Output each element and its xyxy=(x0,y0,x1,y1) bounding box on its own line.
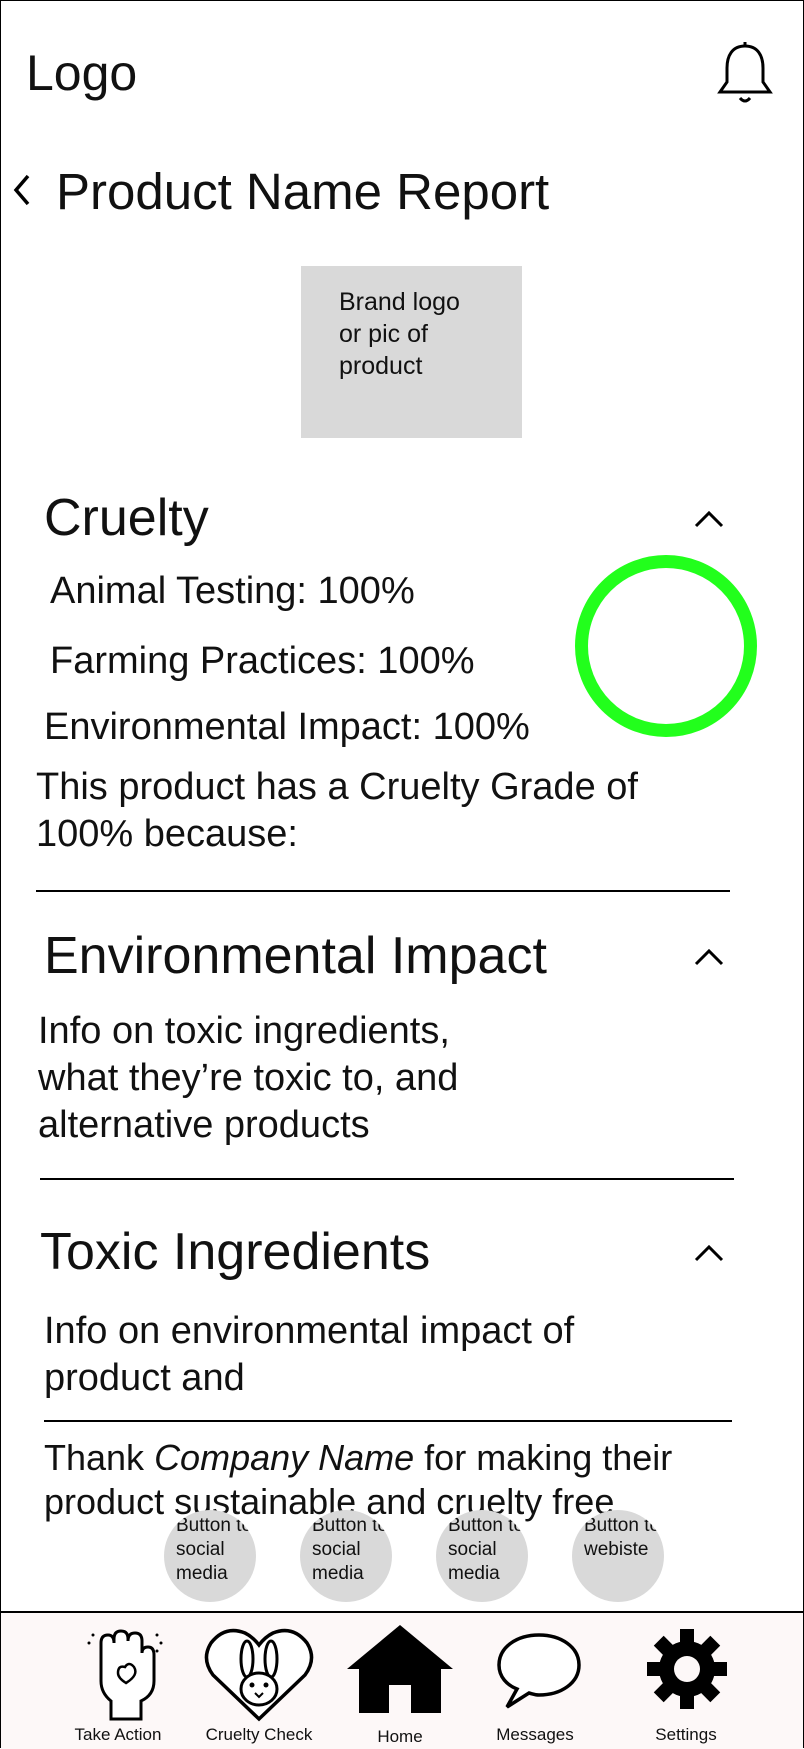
section-heading-cruelty: Cruelty xyxy=(44,489,209,547)
nav-item-settings[interactable]: Settings xyxy=(623,1613,749,1749)
social-media-button[interactable]: Button to social media xyxy=(436,1510,528,1602)
divider xyxy=(44,1420,732,1422)
nav-label: Messages xyxy=(496,1725,574,1744)
social-media-button[interactable]: Button to social media xyxy=(300,1510,392,1602)
brand-placeholder-text: Brand logo or pic of product xyxy=(339,288,460,380)
app-logo[interactable]: Logo xyxy=(26,44,137,102)
page-title: Product Name Report xyxy=(56,163,550,220)
website-button[interactable]: Button to webiste xyxy=(572,1510,664,1602)
thanks-prefix: Thank xyxy=(44,1437,155,1478)
environmental-impact-body: Info on toxic ingredients, what they’re … xyxy=(38,1010,459,1146)
animal-testing-score: Animal Testing: 100% xyxy=(50,570,415,612)
chevron-up-icon[interactable] xyxy=(692,508,726,530)
social-button-label: Button to social media xyxy=(312,1515,389,1584)
social-button-label: Button to social media xyxy=(176,1515,253,1584)
cruelty-grade-ring xyxy=(575,555,757,737)
thank-you-message: Thank Company Name for making their prod… xyxy=(44,1436,764,1524)
home-icon xyxy=(347,1625,453,1713)
section-heading-toxic-ingredients: Toxic Ingredients xyxy=(40,1223,431,1281)
bottom-nav: Take Action Cruelty Check Home Messages xyxy=(1,1611,803,1749)
divider xyxy=(36,890,730,892)
section-heading-environmental-impact: Environmental Impact xyxy=(44,927,547,985)
toxic-ingredients-body: Info on environmental impact of product … xyxy=(44,1310,575,1399)
speech-bubble-icon xyxy=(497,1633,581,1709)
gear-icon xyxy=(647,1629,727,1709)
nav-item-take-action[interactable]: Take Action xyxy=(61,1613,175,1749)
cruelty-summary: This product has a Cruelty Grade of 100%… xyxy=(36,766,638,855)
brand-image-placeholder: Brand logo or pic of product xyxy=(301,266,522,438)
website-button-label: Button to webiste xyxy=(584,1515,661,1560)
nav-item-cruelty-check[interactable]: Cruelty Check xyxy=(197,1613,321,1749)
nav-item-home[interactable]: Home xyxy=(345,1613,455,1749)
raised-fist-heart-icon xyxy=(87,1629,163,1721)
company-name: Company Name xyxy=(154,1437,415,1478)
bell-icon[interactable] xyxy=(714,40,776,106)
nav-label: Cruelty Check xyxy=(205,1725,313,1744)
divider xyxy=(40,1178,734,1180)
bunny-heart-icon xyxy=(204,1628,314,1722)
nav-label: Take Action xyxy=(74,1725,162,1744)
farming-practices-score: Farming Practices: 100% xyxy=(50,640,475,682)
social-media-button[interactable]: Button to social media xyxy=(164,1510,256,1602)
social-button-label: Button to social media xyxy=(448,1515,525,1584)
nav-label: Settings xyxy=(655,1725,717,1744)
nav-item-messages[interactable]: Messages xyxy=(483,1613,587,1749)
chevron-left-icon[interactable] xyxy=(10,170,34,210)
chevron-up-icon[interactable] xyxy=(692,1242,726,1264)
chevron-up-icon[interactable] xyxy=(692,946,726,968)
environmental-impact-score: Environmental Impact: 100% xyxy=(44,706,530,748)
nav-label: Home xyxy=(377,1727,423,1746)
